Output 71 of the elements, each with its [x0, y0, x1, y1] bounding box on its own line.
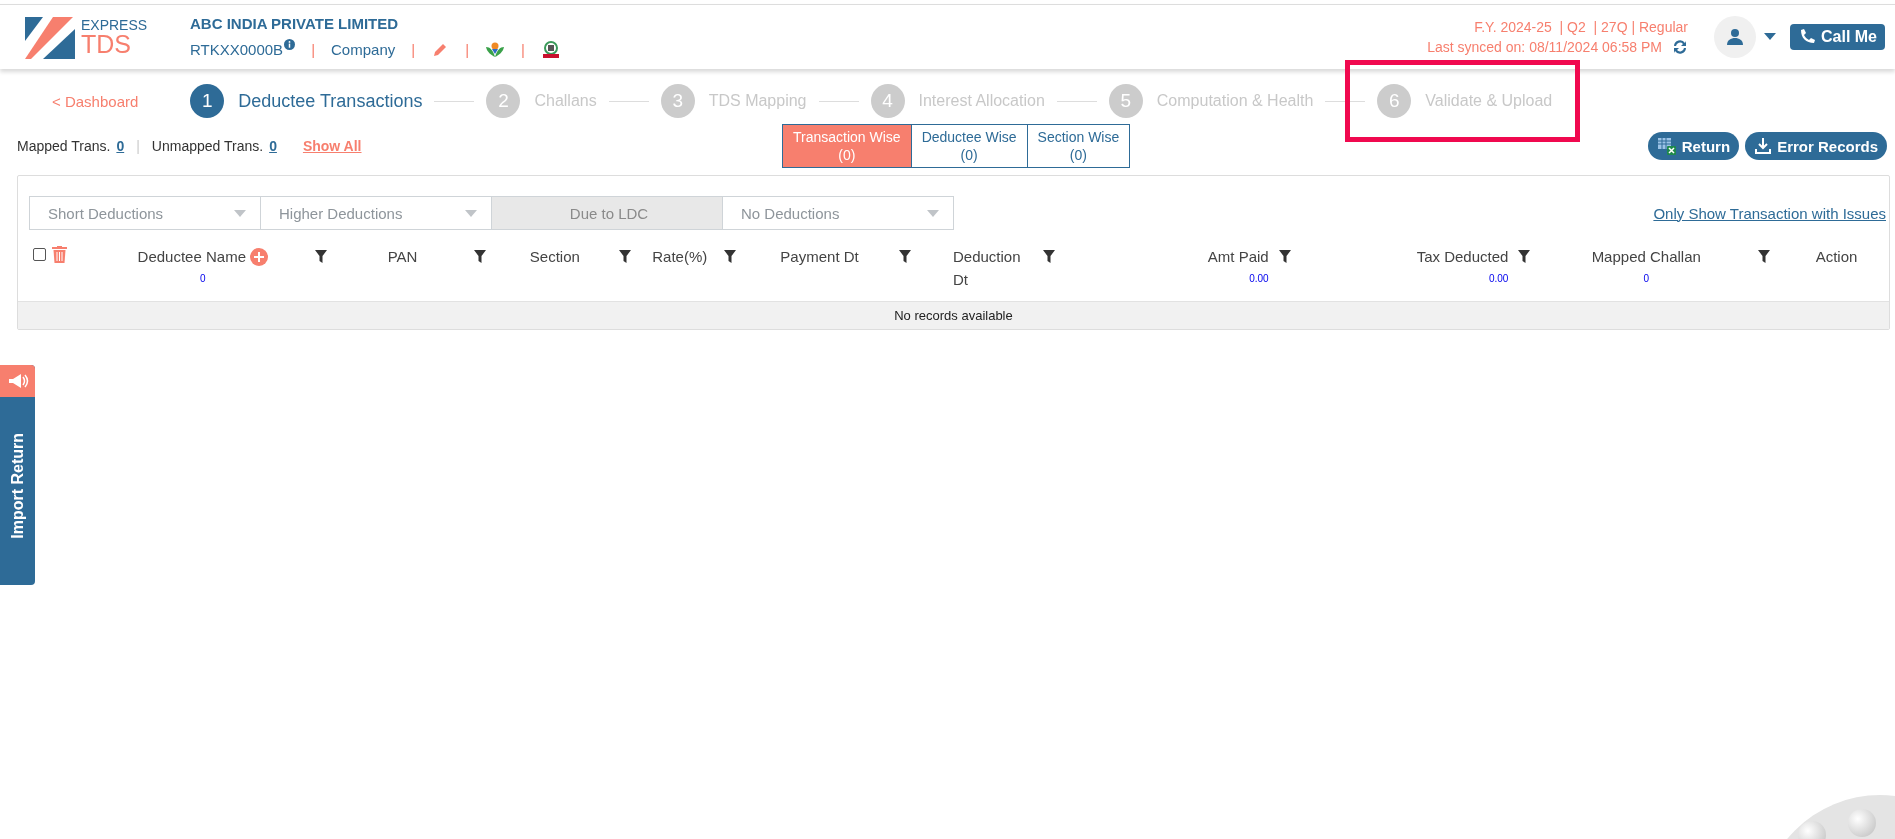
column-header: PAN [387, 247, 418, 267]
unmapped-count-link[interactable]: 0 [269, 138, 277, 154]
separator: | [521, 41, 525, 58]
import-return-tab[interactable]: Import Return [0, 365, 35, 585]
mapped-label: Mapped Trans. [17, 138, 111, 154]
show-all-link[interactable]: Show All [302, 138, 362, 154]
filter-icon[interactable] [1278, 250, 1291, 263]
separator: | [411, 41, 416, 58]
pan-number: RTKXX0000B [190, 41, 284, 58]
column-header: Section [529, 247, 580, 267]
separator: | [311, 41, 316, 58]
flower-icon[interactable] [485, 40, 506, 59]
filter-icon[interactable] [1758, 250, 1771, 263]
filter-icon[interactable] [724, 250, 737, 263]
view-tab[interactable]: Deductee Wise (0) [910, 123, 1028, 169]
step-tab[interactable]: 1 Deductee Transactions [190, 84, 423, 118]
column-total: 0 [200, 272, 206, 284]
empty-message: No records available [18, 301, 1889, 329]
column-header: Deduction Dt [952, 247, 1022, 290]
filter-icon[interactable] [314, 250, 327, 263]
separator: | [136, 138, 140, 154]
phone-icon [1798, 28, 1816, 46]
logo-text: TDS [81, 31, 131, 57]
column-total: 0 [1643, 272, 1650, 284]
action-button[interactable]: Return [1647, 132, 1740, 160]
caret-icon [927, 209, 939, 217]
column-header: Amt Paid [1207, 247, 1269, 267]
filter-icon[interactable] [474, 250, 487, 263]
column-header: Payment Dt [780, 247, 859, 267]
download-icon [1754, 137, 1773, 155]
action-button[interactable]: Error Records [1745, 132, 1887, 160]
filter-icon[interactable] [898, 250, 911, 263]
select-all-checkbox[interactable] [33, 248, 46, 261]
refresh-icon[interactable] [1672, 39, 1688, 55]
column-header: Action [1815, 247, 1858, 267]
view-tab[interactable]: Transaction Wise (0) [782, 123, 912, 169]
trash-icon[interactable] [52, 246, 67, 263]
column-header: Mapped Challan [1591, 247, 1701, 267]
column-header: Rate(%) [652, 247, 708, 267]
emblem-icon[interactable] [540, 39, 561, 60]
filter-dropdown[interactable]: Short Deductions [29, 196, 261, 230]
separator: | [465, 41, 470, 58]
mapped-count-link[interactable]: 0 [116, 138, 125, 154]
logo-text: EXPRESS [81, 17, 148, 32]
period-info: F.Y. 2024-25 | Q2 | 27Q | Regular [1474, 19, 1688, 35]
add-icon[interactable] [250, 248, 268, 267]
column-header: Tax Deducted [1416, 247, 1509, 267]
last-synced: Last synced on: 08/11/2024 06:58 PM [1427, 39, 1662, 55]
filter-dropdown[interactable]: No Deductions [722, 196, 954, 230]
filter-icon[interactable] [619, 250, 632, 263]
call-me-button[interactable]: Call Me [1790, 24, 1885, 50]
column-total: 0.00 [1249, 272, 1269, 284]
megaphone-icon [6, 371, 29, 391]
caret-icon [465, 209, 477, 217]
column-total: 0.00 [1488, 272, 1509, 284]
company-name: ABC INDIA PRIVATE LIMITED [190, 14, 400, 32]
filter-icon[interactable] [1518, 250, 1531, 263]
info-icon[interactable] [284, 39, 296, 50]
unmapped-label: Unmapped Trans. [151, 138, 264, 154]
column-header: Deductee Name [137, 247, 246, 267]
filter-dropdown[interactable]: Higher Deductions [260, 196, 492, 230]
filter-icon[interactable] [1042, 250, 1055, 263]
spreadsheet-icon [1656, 137, 1677, 155]
view-tab[interactable]: Section Wise (0) [1026, 123, 1131, 169]
logo-icon [25, 15, 75, 59]
entity-type: Company [331, 41, 396, 58]
dashboard-link[interactable]: < Dashboard [52, 92, 139, 110]
user-avatar[interactable] [1714, 16, 1756, 58]
caret-icon[interactable] [1764, 33, 1776, 41]
issues-link[interactable]: Only Show Transaction with Issues [1653, 204, 1886, 222]
caret-icon [234, 209, 246, 217]
